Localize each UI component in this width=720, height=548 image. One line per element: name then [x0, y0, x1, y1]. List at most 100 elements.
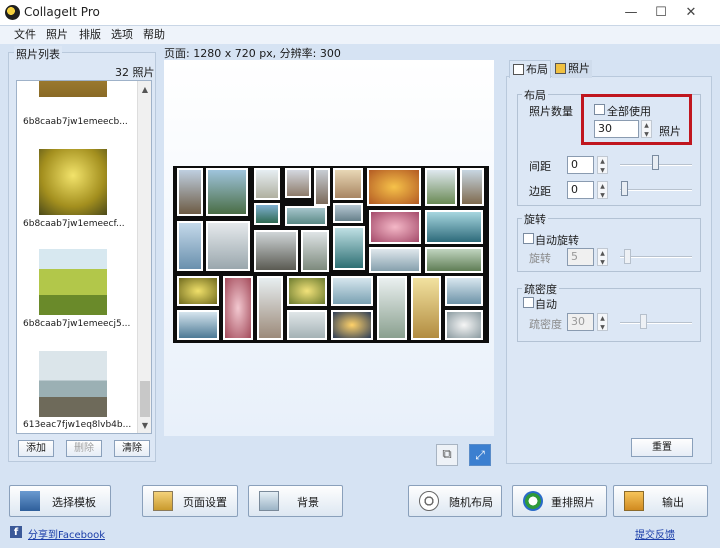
- density-slider-track[interactable]: [620, 322, 692, 324]
- density-spinner[interactable]: ▲ ▼: [597, 313, 608, 331]
- collage-photo[interactable]: [206, 221, 250, 271]
- collage-photo[interactable]: [331, 310, 373, 340]
- scroll-up-icon[interactable]: ▲: [138, 83, 151, 97]
- photo-thumbnail[interactable]: [39, 149, 107, 215]
- random-layout-button[interactable]: 随机布局: [408, 485, 502, 517]
- menu-options[interactable]: 选项: [111, 26, 133, 44]
- tab-layout-label: 布局: [526, 63, 548, 76]
- collage-photo[interactable]: [301, 230, 329, 272]
- background-button[interactable]: 背景: [248, 485, 343, 517]
- photo-count-label: 32 照片: [115, 66, 155, 79]
- page-setup-icon: [153, 491, 173, 511]
- collage-photo[interactable]: [425, 247, 483, 273]
- photo-thumbnail[interactable]: [39, 351, 107, 417]
- spacing-input[interactable]: 0: [567, 156, 594, 174]
- photo-thumbnail[interactable]: [39, 81, 107, 97]
- add-photo-button[interactable]: 添加: [18, 440, 54, 457]
- collage-photo[interactable]: [460, 168, 484, 206]
- auto-density-checkbox[interactable]: [523, 297, 534, 308]
- collage-photo[interactable]: [369, 247, 421, 273]
- collage-photo[interactable]: [177, 221, 203, 271]
- collage-photo[interactable]: [425, 210, 483, 244]
- photo-caption: 6b8caab7jw1emeecb...: [23, 117, 128, 127]
- menu-photo[interactable]: 照片: [46, 26, 68, 44]
- menu-layout[interactable]: 排版: [79, 26, 101, 44]
- rotate-input[interactable]: 5: [567, 248, 594, 266]
- auto-rotate-checkbox[interactable]: [523, 233, 534, 244]
- collage-photo[interactable]: [254, 230, 298, 272]
- collage-photo[interactable]: [445, 276, 483, 306]
- margin-label: 边距: [529, 185, 551, 198]
- select-template-button[interactable]: 选择模板: [9, 485, 111, 517]
- minimize-button[interactable]: —: [617, 3, 645, 23]
- close-button[interactable]: ✕: [677, 3, 705, 23]
- collage-photo[interactable]: [314, 168, 330, 206]
- auto-density-label: 自动: [535, 298, 557, 311]
- collage-photo[interactable]: [177, 276, 219, 306]
- page-setup-label: 页面设置: [183, 496, 227, 509]
- collage-photo[interactable]: [333, 168, 363, 200]
- crop-icon[interactable]: ⧉: [436, 444, 458, 466]
- scroll-down-icon[interactable]: ▼: [138, 419, 151, 433]
- collage-photo[interactable]: [287, 276, 327, 306]
- collage-photo[interactable]: [177, 310, 219, 340]
- collage-photo[interactable]: [333, 226, 365, 270]
- margin-slider-thumb[interactable]: [621, 181, 628, 196]
- auto-rotate-label: 自动旋转: [535, 234, 579, 247]
- photo-list[interactable]: 6b8caab7jw1emeecb... 6b8caab7jw1emeecf..…: [16, 80, 152, 434]
- collage-photo[interactable]: [377, 276, 407, 340]
- delete-photo-button[interactable]: 删除: [66, 440, 102, 457]
- highlight-box: [581, 94, 692, 145]
- tab-photo[interactable]: 照片: [552, 60, 592, 78]
- photo-thumbnail[interactable]: [39, 249, 107, 315]
- feedback-link[interactable]: 提交反馈: [635, 526, 675, 541]
- margin-input[interactable]: 0: [567, 181, 594, 199]
- collage-preview[interactable]: [173, 166, 489, 343]
- density-slider-thumb[interactable]: [640, 314, 647, 329]
- output-label: 输出: [662, 496, 684, 509]
- collage-photo[interactable]: [206, 168, 248, 216]
- spacing-spinner[interactable]: ▲ ▼: [597, 156, 608, 174]
- menu-help[interactable]: 帮助: [143, 26, 165, 44]
- collage-photo[interactable]: [257, 276, 283, 340]
- maximize-button[interactable]: ☐: [647, 3, 675, 23]
- collage-photo[interactable]: [367, 168, 421, 206]
- photo-list-scrollbar[interactable]: ▲ ▼: [137, 81, 151, 433]
- collage-photo[interactable]: [369, 210, 421, 244]
- rotate-spinner[interactable]: ▲ ▼: [597, 248, 608, 266]
- select-template-label: 选择模板: [52, 496, 96, 509]
- density-group-title: 疏密度: [522, 281, 559, 297]
- clear-photos-button[interactable]: 清除: [114, 440, 150, 457]
- collage-photo[interactable]: [254, 168, 280, 200]
- background-icon: [259, 491, 279, 511]
- collage-photo[interactable]: [177, 168, 203, 216]
- collage-photo[interactable]: [331, 276, 373, 306]
- tab-photo-label: 照片: [568, 62, 590, 75]
- facebook-icon[interactable]: f: [10, 526, 22, 538]
- rotation-group-title: 旋转: [522, 211, 548, 227]
- collage-photo[interactable]: [254, 203, 280, 225]
- collage-photo[interactable]: [333, 203, 363, 223]
- density-input[interactable]: 30: [567, 313, 594, 331]
- collage-photo[interactable]: [285, 168, 311, 198]
- page-setup-button[interactable]: 页面设置: [142, 485, 238, 517]
- margin-slider-track[interactable]: [620, 189, 692, 191]
- collage-photo[interactable]: [223, 276, 253, 340]
- rearrange-photos-label: 重排照片: [551, 496, 595, 509]
- reset-button[interactable]: 重置: [631, 438, 693, 457]
- fit-view-icon[interactable]: ⤢: [469, 444, 491, 466]
- spacing-slider-thumb[interactable]: [652, 155, 659, 170]
- collage-photo[interactable]: [411, 276, 441, 340]
- collage-photo[interactable]: [445, 310, 483, 340]
- margin-spinner[interactable]: ▲ ▼: [597, 181, 608, 199]
- scroll-thumb[interactable]: [140, 381, 150, 417]
- tab-layout[interactable]: 布局: [509, 60, 551, 78]
- collage-photo[interactable]: [285, 206, 327, 226]
- rearrange-photos-button[interactable]: 重排照片: [512, 485, 607, 517]
- share-facebook-link[interactable]: 分享到Facebook: [28, 526, 105, 541]
- menu-file[interactable]: 文件: [14, 26, 36, 44]
- collage-photo[interactable]: [287, 310, 327, 340]
- output-button[interactable]: 输出: [613, 485, 708, 517]
- rotate-slider-thumb[interactable]: [624, 249, 631, 264]
- collage-photo[interactable]: [425, 168, 457, 206]
